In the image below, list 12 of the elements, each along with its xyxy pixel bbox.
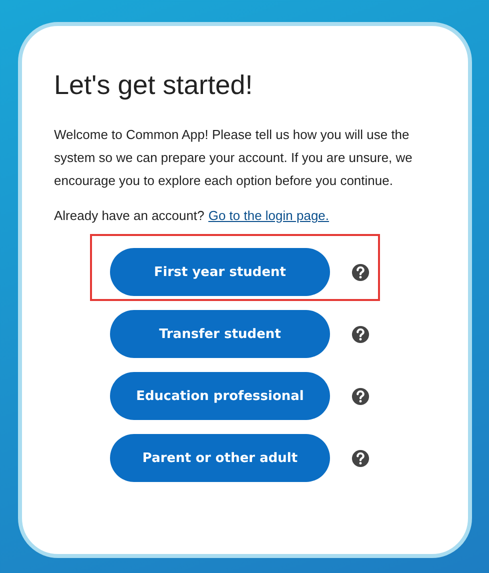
help-icon[interactable] <box>351 448 370 468</box>
option-button[interactable]: Transfer student <box>110 310 330 358</box>
help-icon[interactable] <box>351 324 370 344</box>
help-icon[interactable] <box>351 262 370 282</box>
option-button[interactable]: Parent or other adult <box>110 434 330 482</box>
login-prompt: Already have an account? <box>54 208 204 223</box>
option-button[interactable]: First year student <box>110 248 330 296</box>
login-link[interactable]: Go to the login page. <box>208 208 330 223</box>
intro-text: Welcome to Common App! Please tell us how you will use the system so we can prepare your account. If you are unsure, we encourage you to explore each option before you continue. <box>54 126 414 190</box>
help-icon[interactable] <box>351 386 370 406</box>
option-button[interactable]: Education professional <box>110 372 330 420</box>
page-title: Let's get started! <box>54 70 254 101</box>
